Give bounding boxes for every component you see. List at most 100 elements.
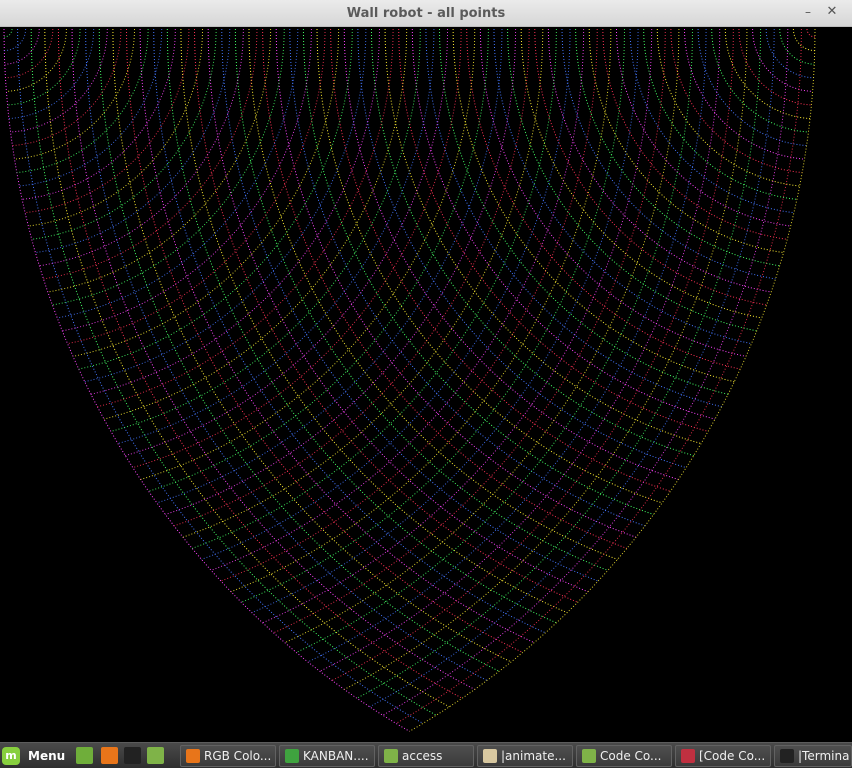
arc-right-10 xyxy=(670,29,803,173)
arc-left-11 xyxy=(19,29,163,187)
taskbar-button-label: |animate... xyxy=(501,749,566,763)
arc-right-23 xyxy=(493,29,752,345)
taskbar-panel: m Menu RGB Colo... KANBAN.... access |anima… xyxy=(0,742,852,768)
arc-left-22 xyxy=(62,29,312,332)
launcher-folder-icon[interactable] xyxy=(147,747,164,764)
terminal-icon xyxy=(780,749,794,763)
arc-left-24 xyxy=(72,29,340,357)
arc-right-15 xyxy=(602,28,788,240)
arc-left-34 xyxy=(140,29,476,480)
arc-left-5 xyxy=(7,28,81,106)
arc-right-32 xyxy=(371,29,694,457)
arc-right-28 xyxy=(425,28,722,408)
arc-right-8 xyxy=(697,29,807,147)
arc-right-17 xyxy=(575,28,780,267)
app-window: Wall robot - all points – ✕ xyxy=(0,0,852,742)
text-editor-icon xyxy=(483,749,497,763)
linux-mint-logo-icon: m xyxy=(2,747,20,765)
arc-right-42 xyxy=(234,29,609,571)
arc-left-36 xyxy=(156,28,503,504)
window-title: Wall robot - all points xyxy=(346,6,506,21)
points-plot xyxy=(3,28,816,732)
plot-canvas xyxy=(0,27,852,742)
arc-right-0 xyxy=(806,29,815,38)
launcher-firefox-icon[interactable] xyxy=(101,747,118,764)
firefox-icon xyxy=(186,749,200,763)
arc-left-54 xyxy=(344,29,748,690)
arc-left-10 xyxy=(16,29,149,173)
arc-right-37 xyxy=(302,28,654,515)
arc-left-0 xyxy=(4,29,13,38)
taskbar-button-label: RGB Colo... xyxy=(204,749,272,763)
arc-left-40 xyxy=(191,28,557,549)
arc-right-4 xyxy=(752,29,813,92)
arc-left-37 xyxy=(165,28,517,515)
arc-right-1 xyxy=(792,29,815,52)
arc-left-6 xyxy=(8,28,95,119)
arc-right-16 xyxy=(588,28,784,254)
arc-left-59 xyxy=(409,28,816,732)
arc-left-56 xyxy=(369,28,775,708)
arc-left-57 xyxy=(382,28,789,716)
menu-button[interactable]: m Menu xyxy=(2,746,65,766)
arc-left-16 xyxy=(35,28,231,254)
taskbar-button-label: access xyxy=(402,749,443,763)
arc-right-13 xyxy=(629,29,794,214)
arc-right-27 xyxy=(439,28,729,395)
taskbar-button[interactable]: KANBAN.... xyxy=(279,745,375,767)
arc-left-27 xyxy=(90,28,380,395)
taskbar-button[interactable]: [Code Co... xyxy=(675,745,771,767)
spreadsheet-icon xyxy=(285,749,299,763)
arc-left-13 xyxy=(25,29,190,214)
arc-right-46 xyxy=(180,28,568,614)
arc-left-39 xyxy=(182,28,544,538)
arc-left-4 xyxy=(6,29,67,92)
taskbar-button[interactable]: |animate... xyxy=(477,745,573,767)
arc-right-26 xyxy=(452,28,735,383)
arc-right-18 xyxy=(561,28,776,280)
arc-right-33 xyxy=(357,29,687,469)
taskbar-button[interactable]: Code Co... xyxy=(576,745,672,767)
arc-right-40 xyxy=(262,28,628,549)
arc-right-56 xyxy=(44,28,450,708)
arc-right-20 xyxy=(534,29,767,306)
arc-left-23 xyxy=(67,29,326,345)
arc-right-35 xyxy=(330,28,671,492)
taskbar-button-label: [Code Co... xyxy=(699,749,766,763)
taskbar-button[interactable]: access xyxy=(378,745,474,767)
arc-left-18 xyxy=(43,28,258,280)
arc-right-41 xyxy=(248,29,618,560)
arc-left-52 xyxy=(319,29,721,672)
arc-left-46 xyxy=(251,28,639,614)
arc-left-35 xyxy=(148,28,489,492)
arc-left-26 xyxy=(84,28,367,383)
arc-left-8 xyxy=(12,29,122,147)
minimize-button[interactable]: – xyxy=(800,4,816,20)
arc-left-14 xyxy=(28,29,203,227)
arc-right-11 xyxy=(656,29,800,187)
close-button[interactable]: ✕ xyxy=(824,4,840,20)
folder-icon xyxy=(582,749,596,763)
folder-icon xyxy=(384,749,398,763)
arc-left-20 xyxy=(52,29,285,306)
arc-right-48 xyxy=(153,28,546,634)
launcher-terminal-icon[interactable] xyxy=(124,747,141,764)
arc-right-57 xyxy=(30,28,437,716)
arc-right-39 xyxy=(275,28,637,538)
launcher-show-desktop-icon[interactable] xyxy=(76,747,93,764)
arc-right-52 xyxy=(98,29,500,672)
arc-left-1 xyxy=(4,29,27,52)
menu-label: Menu xyxy=(28,749,66,763)
arc-right-29 xyxy=(411,28,716,420)
taskbar-button[interactable]: |Termina xyxy=(774,745,852,767)
arc-left-41 xyxy=(201,29,571,560)
arc-left-47 xyxy=(262,28,653,624)
arc-right-50 xyxy=(126,28,523,653)
title-bar[interactable]: Wall robot - all points – ✕ xyxy=(0,0,852,27)
taskbar-button[interactable]: RGB Colo... xyxy=(180,745,276,767)
arc-left-33 xyxy=(132,29,462,469)
taskbar-button-label: |Termina xyxy=(798,749,850,763)
arc-right-34 xyxy=(343,29,679,480)
arc-right-54 xyxy=(71,29,475,690)
arc-right-31 xyxy=(384,29,702,444)
